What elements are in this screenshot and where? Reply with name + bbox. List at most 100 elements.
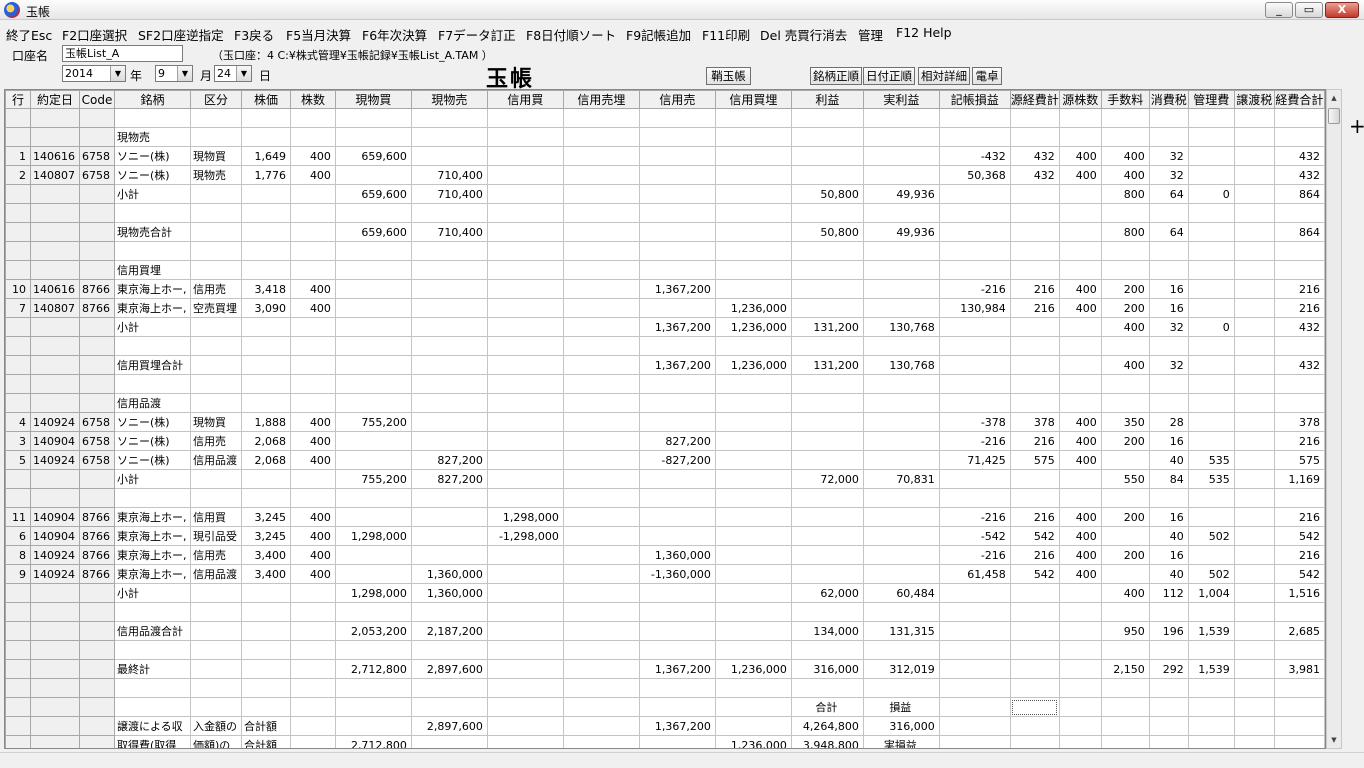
table-cell[interactable] — [938, 621, 1011, 641]
table-cell[interactable] — [1273, 602, 1325, 622]
table-cell[interactable] — [862, 374, 940, 394]
table-cell[interactable] — [938, 184, 1011, 204]
table-cell[interactable] — [638, 260, 716, 280]
table-cell[interactable] — [1187, 431, 1235, 451]
table-cell[interactable]: 400 — [1058, 431, 1102, 451]
table-cell[interactable] — [862, 545, 940, 565]
table-cell[interactable] — [562, 678, 640, 698]
table-cell[interactable] — [410, 146, 488, 166]
table-cell[interactable]: 542 — [1009, 564, 1060, 584]
table-cell[interactable]: 140616 — [29, 279, 80, 299]
table-cell[interactable] — [410, 697, 488, 717]
table-cell[interactable] — [486, 431, 564, 451]
table-cell[interactable] — [1009, 488, 1060, 508]
table-cell[interactable] — [1148, 203, 1189, 223]
table-cell[interactable] — [714, 697, 792, 717]
menu-edit-data[interactable]: F7データ訂正 — [438, 25, 516, 44]
table-cell[interactable] — [410, 336, 488, 356]
table-cell[interactable]: 1,888 — [240, 412, 291, 432]
table-cell[interactable] — [790, 146, 864, 166]
table-cell[interactable] — [1009, 241, 1060, 261]
table-cell[interactable]: 400 — [289, 564, 336, 584]
table-cell[interactable] — [29, 393, 80, 413]
table-cell[interactable] — [562, 564, 640, 584]
menu-exit[interactable]: 終了Esc — [6, 25, 52, 44]
table-cell[interactable]: 827,200 — [410, 469, 488, 489]
table-cell[interactable] — [938, 241, 1011, 261]
table-cell[interactable] — [790, 127, 864, 147]
table-cell[interactable]: 216 — [1009, 507, 1060, 527]
table-cell[interactable] — [5, 222, 31, 242]
table-cell[interactable]: 864 — [1273, 184, 1325, 204]
table-cell[interactable] — [78, 355, 115, 375]
table-cell[interactable]: 50,800 — [790, 184, 864, 204]
table-cell[interactable] — [486, 127, 564, 147]
table-cell[interactable]: 1,360,000 — [638, 545, 716, 565]
table-cell[interactable] — [1233, 716, 1275, 736]
table-cell[interactable] — [5, 659, 31, 679]
table-cell[interactable] — [289, 602, 336, 622]
table-cell[interactable]: 損益 — [862, 697, 940, 717]
table-cell[interactable]: 61,458 — [938, 564, 1011, 584]
table-cell[interactable] — [486, 393, 564, 413]
table-cell[interactable]: 3,418 — [240, 279, 291, 299]
table-cell[interactable] — [938, 640, 1011, 660]
table-cell[interactable] — [334, 355, 412, 375]
table-cell[interactable] — [562, 412, 640, 432]
table-cell[interactable] — [562, 602, 640, 622]
table-cell[interactable]: 東京海上ホー, — [113, 526, 191, 546]
table-cell[interactable] — [638, 640, 716, 660]
table-cell[interactable]: 3,400 — [240, 545, 291, 565]
table-cell[interactable] — [562, 355, 640, 375]
table-cell[interactable] — [714, 678, 792, 698]
table-cell[interactable] — [938, 127, 1011, 147]
account-name-field[interactable]: 玉帳List_A — [62, 45, 183, 62]
table-cell[interactable]: 小計 — [113, 469, 191, 489]
table-cell[interactable] — [29, 697, 80, 717]
table-cell[interactable] — [938, 488, 1011, 508]
table-cell[interactable] — [410, 412, 488, 432]
table-cell[interactable] — [486, 545, 564, 565]
menu-add-entry[interactable]: F9記帳追加 — [626, 25, 691, 44]
table-cell[interactable] — [1233, 184, 1275, 204]
table-cell[interactable] — [1273, 127, 1325, 147]
table-cell[interactable] — [486, 222, 564, 242]
table-cell[interactable]: 価額)の — [189, 735, 242, 748]
table-cell[interactable] — [486, 735, 564, 748]
table-cell[interactable] — [562, 127, 640, 147]
table-cell[interactable] — [1148, 716, 1189, 736]
table-cell[interactable]: 800 — [1100, 222, 1150, 242]
table-cell[interactable]: 1,360,000 — [410, 583, 488, 603]
column-header[interactable]: 区分 — [189, 90, 242, 109]
table-cell[interactable]: 550 — [1100, 469, 1150, 489]
table-cell[interactable] — [289, 640, 336, 660]
table-cell[interactable] — [1233, 355, 1275, 375]
table-cell[interactable] — [410, 526, 488, 546]
table-cell[interactable] — [938, 203, 1011, 223]
table-cell[interactable] — [1009, 735, 1060, 748]
table-cell[interactable] — [1100, 241, 1150, 261]
table-cell[interactable] — [1058, 108, 1102, 128]
table-cell[interactable] — [1058, 317, 1102, 337]
table-cell[interactable] — [638, 222, 716, 242]
table-cell[interactable]: 535 — [1187, 469, 1235, 489]
sort-name-button[interactable]: 銘柄正順 — [810, 67, 862, 85]
table-cell[interactable]: 信用品渡 — [113, 393, 191, 413]
table-cell[interactable] — [240, 697, 291, 717]
table-cell[interactable]: 140904 — [29, 526, 80, 546]
table-cell[interactable] — [334, 431, 412, 451]
table-cell[interactable] — [1187, 260, 1235, 280]
table-cell[interactable] — [1187, 336, 1235, 356]
table-cell[interactable] — [1148, 336, 1189, 356]
table-cell[interactable] — [1009, 621, 1060, 641]
table-cell[interactable] — [113, 697, 191, 717]
table-cell[interactable]: 400 — [289, 526, 336, 546]
table-cell[interactable] — [1187, 678, 1235, 698]
table-cell[interactable] — [1233, 507, 1275, 527]
table-cell[interactable] — [790, 507, 864, 527]
table-cell[interactable] — [790, 279, 864, 299]
table-cell[interactable] — [1058, 393, 1102, 413]
table-cell[interactable] — [240, 108, 291, 128]
table-cell[interactable]: 現物買 — [189, 146, 242, 166]
table-cell[interactable] — [1058, 203, 1102, 223]
